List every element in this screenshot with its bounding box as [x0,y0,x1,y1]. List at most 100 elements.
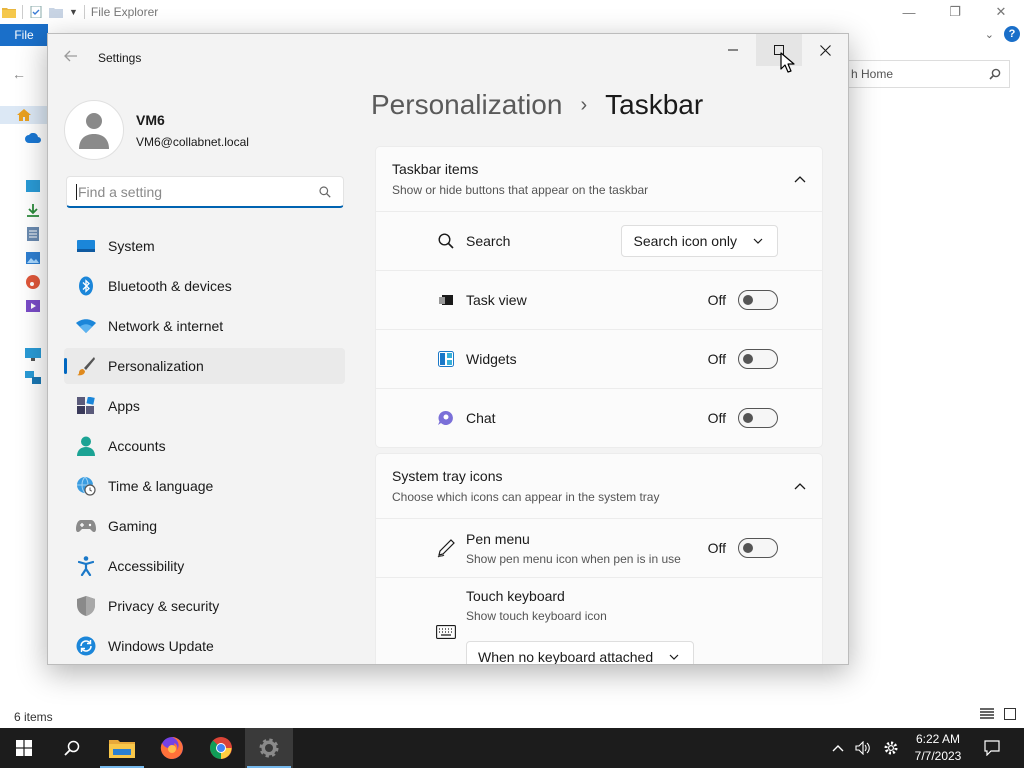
chevron-up-icon[interactable] [794,482,806,490]
nav-item-windows-update[interactable]: Windows Update [64,628,345,664]
system-icon [76,236,96,256]
dropdown-value: Search icon only [633,233,737,249]
start-button[interactable] [0,728,48,768]
clock-time: 6:22 AM [915,732,961,746]
touch-keyboard-dropdown[interactable]: When no keyboard attached [466,641,695,664]
settings-title-bar[interactable]: Settings [48,34,848,80]
nav-item-apps[interactable]: Apps [64,388,345,424]
windows-logo-icon [16,740,32,756]
pen-menu-toggle[interactable] [738,538,778,558]
show-hidden-icons-button[interactable] [828,728,848,768]
row-text: Touch keyboard Show touch keyboard icon [466,588,607,623]
onedrive-nav-icon[interactable] [22,129,44,147]
page-title: Taskbar [605,89,704,120]
taskbar-items-header[interactable]: Taskbar items Show or hide buttons that … [375,146,823,212]
row-text: Widgets [466,351,517,367]
help-icon[interactable]: ? [1004,26,1020,42]
nav-label: Time & language [108,478,214,494]
nav-item-personalization[interactable]: Personalization [64,348,345,384]
mouse-cursor-icon [780,52,795,73]
nav-label: Privacy & security [108,598,220,614]
minimize-button[interactable] [710,34,756,66]
nav-label: Accounts [108,438,166,454]
nav-item-gaming[interactable]: Gaming [64,508,345,544]
taskbar-settings[interactable] [245,728,293,768]
firefox-icon [160,737,183,759]
row-description: Show pen menu icon when pen is in use [466,551,681,566]
group-header-text: System tray icons Choose which icons can… [392,468,659,504]
ribbon-controls: ⌄ ? [985,26,1020,42]
nav-item-bluetooth-devices[interactable]: Bluetooth & devices [64,268,345,304]
folder-icon[interactable] [2,6,16,18]
expand-ribbon-icon[interactable]: ⌄ [985,28,994,41]
row-label: Pen menu [466,530,530,547]
nav-item-accounts[interactable]: Accounts [64,428,345,464]
properties-icon[interactable] [29,6,43,18]
nav-label: Gaming [108,518,158,534]
nav-item-system[interactable]: System [64,228,345,264]
update-icon [76,636,96,656]
row-label: Search [466,233,511,249]
quick-access-toolbar: ▼ [0,5,85,19]
task-view-toggle[interactable] [738,290,778,310]
notifications-button[interactable] [978,728,1006,768]
toggle-state-label: Off [707,410,726,426]
network-nav-icon[interactable] [22,369,44,387]
downloads-nav-icon[interactable] [22,201,44,219]
new-folder-icon[interactable] [49,6,63,18]
search-input[interactable] [76,183,319,200]
nav-item-network-internet[interactable]: Network & internet [64,308,345,344]
back-arrow-icon[interactable] [64,50,78,62]
gear-icon [884,741,898,755]
explorer-restore-button[interactable]: ❐ [932,0,978,24]
volume-button[interactable] [851,728,875,768]
system-tray-group: System tray icons Choose which icons can… [375,453,823,664]
search-icon [319,185,331,198]
settings-search-box[interactable] [66,176,344,208]
group-subtitle: Show or hide buttons that appear on the … [392,183,649,197]
widgets-toggle[interactable] [738,349,778,369]
settings-window: Settings VM6 VM6@collabnet.local Find a … [47,33,849,665]
chevron-down-icon [753,238,763,244]
close-button[interactable] [802,34,848,66]
system-tray-header[interactable]: System tray icons Choose which icons can… [375,453,823,519]
chat-row: Chat Off [375,389,823,448]
user-profile[interactable]: VM6 VM6@collabnet.local [64,100,249,160]
brush-icon [76,356,96,376]
nav-item-time-language[interactable]: Time & language [64,468,345,504]
taskbar-search-button[interactable] [48,728,96,768]
pictures-nav-icon[interactable] [22,249,44,267]
user-info: VM6 VM6@collabnet.local [136,112,249,149]
group-header-text: Taskbar items Show or hide buttons that … [392,161,648,197]
quick-access-dropdown-icon[interactable]: ▼ [69,7,78,17]
details-view-icon[interactable] [980,708,994,720]
explorer-minimize-button[interactable]: — [886,0,932,24]
breadcrumb-parent[interactable]: Personalization [371,89,562,121]
row-label: Touch keyboard [466,588,565,604]
clock-date: 7/7/2023 [914,749,962,763]
toggle-wrap: Off [708,349,778,369]
chat-toggle[interactable] [738,408,778,428]
file-tab[interactable]: File [0,24,48,46]
explorer-back-icon[interactable]: ← [12,66,26,82]
large-icons-view-icon[interactable] [1004,708,1016,720]
breadcrumb: Personalization › Taskbar [371,89,703,121]
home-nav-icon[interactable] [0,106,48,124]
nav-item-privacy-security[interactable]: Privacy & security [64,588,345,624]
settings-tray-button[interactable] [879,728,903,768]
taskbar-file-explorer[interactable] [98,728,146,768]
taskbar-firefox[interactable] [148,728,196,768]
taskbar-clock[interactable]: 6:22 AM 7/7/2023 [904,731,972,765]
explorer-close-button[interactable]: ✕ [978,0,1024,24]
explorer-search-box[interactable]: h Home [848,60,1010,88]
desktop-nav-icon[interactable] [22,177,44,195]
keyboard-icon [436,622,456,642]
documents-nav-icon[interactable] [22,225,44,243]
this-pc-nav-icon[interactable] [22,345,44,363]
chevron-up-icon[interactable] [794,175,806,183]
nav-item-accessibility[interactable]: Accessibility [64,548,345,584]
search-mode-dropdown[interactable]: Search icon only [621,225,778,257]
videos-nav-icon[interactable] [22,297,44,315]
taskbar-chrome[interactable] [197,728,245,768]
music-nav-icon[interactable] [22,273,44,291]
